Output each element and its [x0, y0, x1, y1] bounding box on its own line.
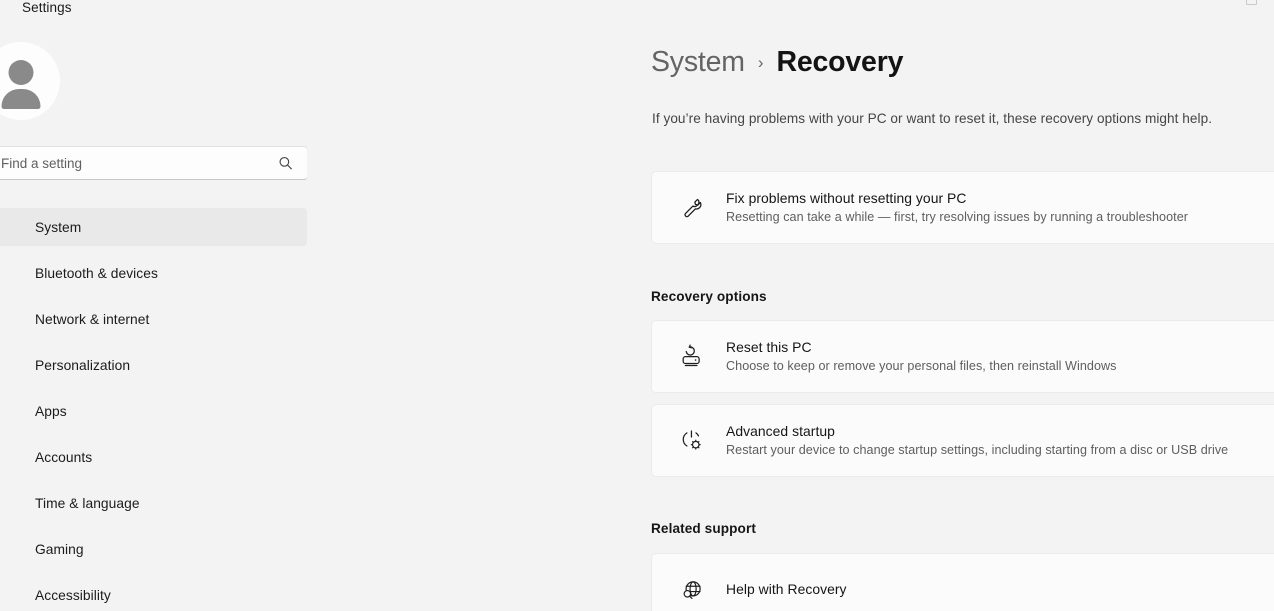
advanced-startup-icon — [672, 421, 712, 461]
page-description: If you’re having problems with your PC o… — [652, 111, 1213, 126]
help-with-recovery-card[interactable]: Help with Recovery — [651, 553, 1274, 611]
sidebar-item-system[interactable]: System — [0, 208, 307, 246]
card-text: Fix problems without resetting your PC R… — [726, 189, 1274, 227]
main-content: System › Recovery If you’re having probl… — [307, 0, 1274, 611]
sidebar-item-label: Time & language — [35, 495, 140, 511]
search-input[interactable] — [1, 147, 297, 179]
avatar-body — [1, 89, 41, 109]
sidebar-item-label: Personalization — [35, 357, 131, 373]
wrench-icon — [672, 188, 712, 228]
sidebar-item-label: System — [35, 219, 82, 235]
search-icon[interactable] — [278, 156, 293, 171]
card-subtitle: Choose to keep or remove your personal f… — [726, 359, 1117, 374]
sidebar: System Bluetooth & devices Network & int… — [0, 0, 308, 611]
avatar-head — [8, 60, 34, 85]
breadcrumb: System › Recovery — [651, 46, 903, 79]
sidebar-item-network-internet[interactable]: Network & internet — [0, 300, 307, 338]
sidebar-item-label: Accessibility — [35, 587, 111, 603]
sidebar-item-apps[interactable]: Apps — [0, 392, 307, 430]
sidebar-item-label: Apps — [35, 403, 67, 419]
sidebar-item-label: Accounts — [35, 449, 93, 465]
sidebar-item-time-language[interactable]: Time & language — [0, 484, 307, 522]
sidebar-nav: System Bluetooth & devices Network & int… — [0, 208, 307, 611]
person-avatar-icon — [0, 42, 60, 120]
card-title: Help with Recovery — [726, 581, 847, 598]
card-title: Fix problems without resetting your PC — [726, 189, 967, 206]
advanced-startup-card: Advanced startup Restart your device to … — [651, 404, 1274, 477]
sidebar-item-personalization[interactable]: Personalization — [0, 346, 307, 384]
breadcrumb-parent[interactable]: System — [651, 46, 745, 79]
card-title: Reset this PC — [726, 338, 812, 355]
search-container — [0, 146, 308, 180]
card-subtitle: Restart your device to change startup se… — [726, 443, 1229, 458]
sidebar-item-label: Bluetooth & devices — [35, 265, 158, 281]
sidebar-item-label: Gaming — [35, 541, 84, 557]
card-text: Reset this PC Choose to keep or remove y… — [726, 338, 1274, 376]
sidebar-item-bluetooth-devices[interactable]: Bluetooth & devices — [0, 254, 307, 292]
card-subtitle: Resetting can take a while — first, try … — [726, 210, 1188, 225]
globe-search-icon — [672, 570, 712, 610]
search-box[interactable] — [0, 146, 308, 180]
card-text: Help with Recovery — [726, 580, 1274, 599]
sidebar-item-gaming[interactable]: Gaming — [0, 530, 307, 568]
fix-problems-card[interactable]: Fix problems without resetting your PC R… — [651, 171, 1274, 244]
sidebar-item-accounts[interactable]: Accounts — [0, 438, 307, 476]
reset-pc-icon — [672, 337, 712, 377]
section-heading-related-support: Related support — [651, 521, 756, 536]
card-title: Advanced startup — [726, 422, 835, 439]
page-title: Recovery — [776, 46, 904, 78]
breadcrumb-separator-icon: › — [757, 53, 764, 72]
card-text: Advanced startup Restart your device to … — [726, 422, 1274, 460]
sidebar-item-accessibility[interactable]: Accessibility — [0, 576, 307, 611]
settings-window: Settings Find a setting System Bluetooth… — [0, 0, 1274, 611]
reset-this-pc-card: Reset this PC Choose to keep or remove y… — [651, 320, 1274, 393]
section-heading-recovery-options: Recovery options — [651, 289, 767, 304]
sidebar-item-label: Network & internet — [35, 311, 150, 327]
account-profile[interactable] — [0, 41, 62, 121]
